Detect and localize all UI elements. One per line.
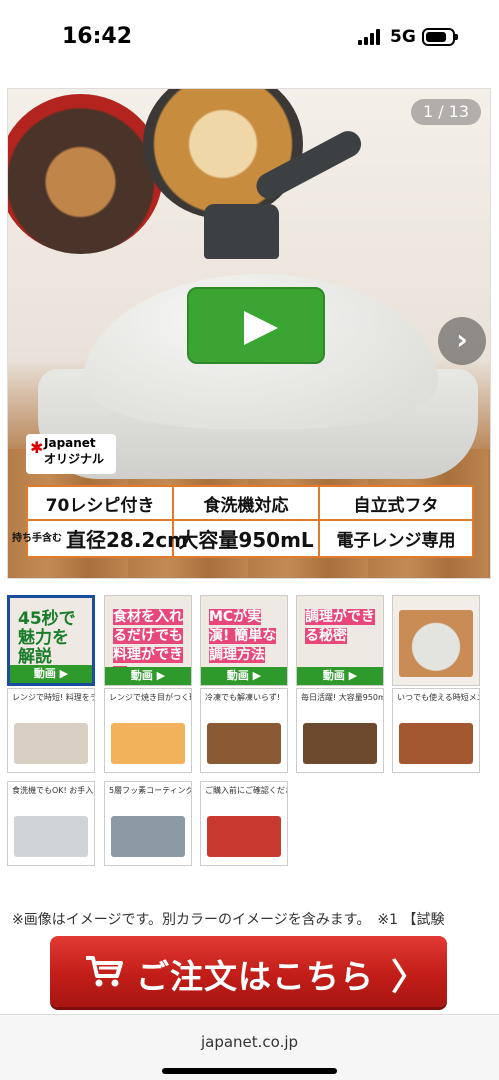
spec-dishwasher: 食洗機対応	[174, 487, 320, 521]
home-indicator[interactable]	[162, 1068, 337, 1074]
cellular-signal-icon	[358, 29, 382, 45]
thumbnail-info-5[interactable]: いつでも使える時短メニュー	[392, 688, 480, 773]
spec-diameter: 持ち手含む 直径28.2cm	[12, 521, 188, 556]
thumbnail-image	[111, 816, 185, 857]
image-disclaimer: ※画像はイメージです。別カラーのイメージを含みます。 ※1 【試験	[12, 912, 445, 928]
thumbnail-video-3[interactable]: MCが実演! 簡単な調理方法 動画 ▶	[200, 595, 288, 686]
thumbnail-image	[303, 723, 377, 764]
thumbnail-image	[14, 816, 88, 857]
gallery-next-button[interactable]: ›	[438, 317, 486, 365]
thumbnail-image	[111, 723, 185, 764]
spec-capacity: 大容量950mL	[174, 521, 320, 556]
order-button[interactable]: ご注文はこちら 〉	[50, 936, 447, 1007]
thumbnail-image	[207, 816, 281, 857]
thumbnail-info-7[interactable]: 5層フッ素コーティング	[104, 781, 192, 866]
thumbnail-info-8[interactable]: ご購入前にご確認ください	[200, 781, 288, 866]
spec-standing-lid: 自立式フタ	[320, 487, 472, 521]
thumbnail-product-photo[interactable]	[392, 595, 480, 686]
browser-address-bar[interactable]: japanet.co.jp	[0, 1014, 499, 1080]
url-text[interactable]: japanet.co.jp	[0, 1033, 499, 1051]
status-bar: 16:42 5G	[0, 0, 499, 78]
thumbnail-info-3[interactable]: 冷凍でも解凍いらず!	[200, 688, 288, 773]
thumbnail-video-1[interactable]: 45秒で魅力を解説 動画 ▶	[7, 595, 95, 686]
thumbnail-image	[14, 723, 88, 764]
japanet-logo-icon: ✱	[30, 438, 44, 457]
spec-microwave-only: 電子レンジ専用	[336, 531, 456, 551]
shopping-cart-icon	[86, 956, 123, 987]
spec-recipes: 70レシピ付き	[28, 487, 174, 521]
thumbnail-video-4[interactable]: 調理ができる秘密 動画 ▶	[296, 595, 384, 686]
grilled-chicken-plate-image	[8, 94, 163, 254]
status-time: 16:42	[62, 24, 133, 49]
lid-knob-image	[204, 204, 279, 259]
udon-bowl-image	[143, 89, 303, 219]
video-play-button[interactable]	[187, 287, 325, 364]
battery-icon	[422, 28, 458, 46]
gallery-page-indicator: 1 / 13	[411, 99, 481, 125]
japanet-original-badge: ✱ Japanet オリジナル	[26, 434, 116, 474]
thumbnail-info-1[interactable]: レンジで時短! 料理をラクに!	[7, 688, 95, 773]
product-gallery-main-image[interactable]: 1 / 13 › ✱ Japanet オリジナル 70レシピ付き 食洗機対応 自…	[7, 88, 491, 579]
chevron-right-icon: 〉	[390, 957, 427, 998]
thumbnail-image	[207, 723, 281, 764]
product-photo-image	[399, 610, 473, 677]
thumbnail-image	[399, 723, 473, 764]
thumbnail-video-2[interactable]: 食材を入れるだけでも料理ができる 動画 ▶	[104, 595, 192, 686]
thumbnail-info-6[interactable]: 食洗機でもOK! お手入れ簡単	[7, 781, 95, 866]
thumbnail-info-2[interactable]: レンジで焼き目がつく理由	[104, 688, 192, 773]
thumbnail-info-4[interactable]: 毎日活躍! 大容量950mL	[296, 688, 384, 773]
network-type: 5G	[390, 27, 416, 47]
product-spec-table: 70レシピ付き 食洗機対応 自立式フタ 持ち手含む 直径28.2cm 大容量950…	[12, 485, 474, 558]
order-button-label: ご注文はこちら	[136, 957, 374, 996]
